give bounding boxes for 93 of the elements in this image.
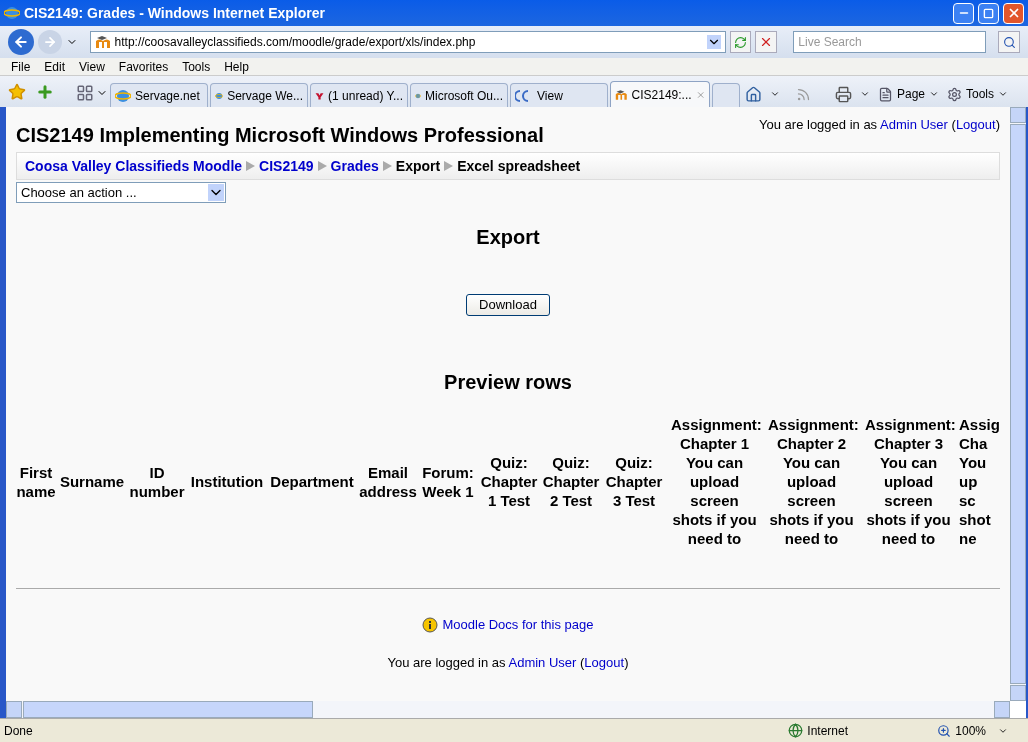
column-header: Forum: Week 1 xyxy=(421,462,475,501)
column-header: ID number xyxy=(128,462,186,501)
export-heading: Export xyxy=(475,225,541,250)
column-header: Quiz: Chapter 1 Test xyxy=(479,453,539,510)
window-title: CIS2149: Grades - Windows Internet Explorer xyxy=(24,3,326,23)
refresh-icon xyxy=(734,35,747,49)
back-button[interactable] xyxy=(8,29,34,55)
logout-link[interactable]: Logout xyxy=(955,117,996,132)
tab-label: Servage We... xyxy=(227,87,303,105)
column-header: Quiz: Chapter 2 Test xyxy=(541,453,601,510)
browser-tab[interactable]: Microsoft Ou... xyxy=(410,83,508,107)
close-button[interactable] xyxy=(1003,2,1024,24)
footer-login-status: You are logged in as Admin User (Logout) xyxy=(387,653,629,672)
home-icon[interactable] xyxy=(744,85,762,103)
separator-icon xyxy=(444,161,454,171)
print-dropdown-icon[interactable] xyxy=(859,89,870,99)
tab-label: View xyxy=(537,87,564,105)
search-field[interactable]: Live Search xyxy=(793,31,987,53)
moodle-icon xyxy=(94,35,111,49)
breadcrumb-link[interactable]: Coosa Valley Classifieds Moodle xyxy=(25,155,243,177)
column-header: Assignment: Chapter 3 You can upload screen shots if you need to xyxy=(864,415,957,548)
docs-link[interactable]: Moodle Docs for this page xyxy=(442,615,594,635)
column-header: Department xyxy=(269,472,355,491)
browser-tab[interactable]: View xyxy=(510,83,608,107)
breadcrumb-text: Excel spreadsheet xyxy=(457,156,581,176)
user-link[interactable]: Admin User xyxy=(880,117,948,132)
quick-tabs-icon[interactable] xyxy=(76,84,94,102)
command-button[interactable]: Tools xyxy=(947,85,1008,103)
column-header: Assig Cha You up sc shot ne xyxy=(959,415,1000,548)
course-title: CIS2149 Implementing Microsoft Windows Professional xyxy=(16,123,544,148)
search-button[interactable] xyxy=(998,31,1020,53)
menu-item[interactable]: Favorites xyxy=(111,57,176,76)
breadcrumb-link[interactable]: Grades xyxy=(330,155,379,177)
menu-item[interactable]: Tools xyxy=(175,57,218,76)
stop-button[interactable] xyxy=(755,31,778,53)
info-icon xyxy=(422,616,439,633)
forward-icon xyxy=(42,35,57,49)
tab-label: (1 unread) Y... xyxy=(328,87,403,105)
menu-item[interactable]: View xyxy=(72,57,112,76)
tab-label: Servage.net xyxy=(135,87,201,105)
column-header: Quiz: Chapter 3 Test xyxy=(604,453,664,510)
action-select[interactable]: Choose an action ... xyxy=(16,182,226,203)
browser-tab[interactable]: CIS2149:... xyxy=(610,81,710,107)
menu-item[interactable]: Help xyxy=(217,57,256,76)
back-icon xyxy=(12,34,29,50)
search-icon xyxy=(1002,35,1016,49)
column-header: Assignment: Chapter 2 You can upload screen shots if you need to xyxy=(767,415,860,548)
vertical-scrollbar[interactable] xyxy=(1010,107,1026,701)
dropdown-icon[interactable] xyxy=(706,35,721,49)
page-icon xyxy=(877,86,893,102)
browser-tab[interactable]: (1 unread) Y... xyxy=(310,83,408,107)
url-text: http://coosavalleyclassifieds.com/moodle/grade/export/xls/index.php xyxy=(114,34,477,51)
caret-icon xyxy=(998,89,1008,99)
column-header: Assignment: Chapter 1 You can upload screen shots if you need to xyxy=(670,415,763,548)
separator-icon xyxy=(382,161,392,171)
column-header: Institution xyxy=(189,472,265,491)
login-status: You are logged in as Admin User (Logout) xyxy=(759,116,1000,134)
home-dropdown-icon[interactable] xyxy=(769,89,780,99)
print-icon[interactable] xyxy=(834,85,852,103)
tab-label: Microsoft Ou... xyxy=(424,87,503,105)
column-header: First name xyxy=(15,462,57,501)
zone-text: Internet xyxy=(807,722,849,740)
maximize-icon xyxy=(983,7,994,19)
menu-item[interactable]: File xyxy=(4,57,38,76)
download-button[interactable]: Download xyxy=(466,294,550,316)
browser-tab[interactable]: Servage We... xyxy=(210,83,308,107)
breadcrumb-text: Export xyxy=(395,156,441,176)
globe-icon xyxy=(788,723,804,738)
column-header: Surname xyxy=(58,472,126,491)
separator-icon xyxy=(246,161,256,171)
tab-label: CIS2149:... xyxy=(631,86,692,104)
caret-icon xyxy=(929,89,939,99)
dropdown-icon xyxy=(208,184,224,201)
add-favorite-icon[interactable] xyxy=(36,83,54,101)
zoom-level[interactable]: 100% xyxy=(955,721,986,740)
address-field[interactable]: http://coosavalleyclassifieds.com/moodle/grade/export/xls/index.php xyxy=(89,31,726,53)
separator-icon xyxy=(317,161,327,171)
preview-heading: Preview rows xyxy=(443,370,573,395)
gear-icon xyxy=(947,86,962,102)
logout-link[interactable]: Logout xyxy=(584,654,625,670)
user-link[interactable]: Admin User xyxy=(508,654,577,670)
maximize-button[interactable] xyxy=(978,2,999,24)
status-text: Done xyxy=(4,722,34,740)
breadcrumb-link[interactable]: CIS2149 xyxy=(259,155,314,177)
menu-item[interactable]: Edit xyxy=(37,57,73,76)
command-button[interactable]: Page xyxy=(877,85,939,103)
minimize-button[interactable] xyxy=(953,2,974,24)
horizontal-scrollbar[interactable] xyxy=(6,701,1010,718)
zoom-icon[interactable] xyxy=(937,723,952,738)
column-header: Email address xyxy=(358,462,418,501)
browser-tab[interactable]: Servage.net xyxy=(110,83,208,107)
moodle-icon xyxy=(615,87,628,102)
refresh-button[interactable] xyxy=(729,31,752,53)
